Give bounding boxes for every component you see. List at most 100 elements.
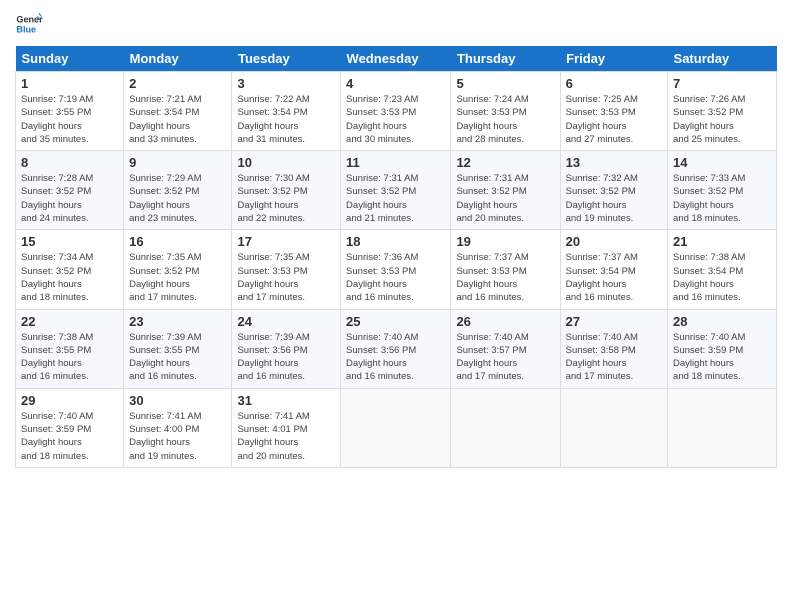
table-row: 15 Sunrise: 7:34 AM Sunset: 3:52 PM Dayl…	[16, 230, 124, 309]
calendar-week-row: 29 Sunrise: 7:40 AM Sunset: 3:59 PM Dayl…	[16, 388, 777, 467]
table-row: 3 Sunrise: 7:22 AM Sunset: 3:54 PM Dayli…	[232, 72, 341, 151]
table-row: 11 Sunrise: 7:31 AM Sunset: 3:52 PM Dayl…	[341, 151, 451, 230]
day-info: Sunrise: 7:19 AM Sunset: 3:55 PM Dayligh…	[21, 93, 118, 146]
table-row: 28 Sunrise: 7:40 AM Sunset: 3:59 PM Dayl…	[668, 309, 777, 388]
table-row: 1 Sunrise: 7:19 AM Sunset: 3:55 PM Dayli…	[16, 72, 124, 151]
logo: General Blue	[15, 10, 43, 38]
page-header: General Blue	[15, 10, 777, 38]
table-row: 19 Sunrise: 7:37 AM Sunset: 3:53 PM Dayl…	[451, 230, 560, 309]
day-number: 21	[673, 234, 771, 249]
day-number: 7	[673, 76, 771, 91]
day-info: Sunrise: 7:26 AM Sunset: 3:52 PM Dayligh…	[673, 93, 771, 146]
col-monday: Monday	[124, 46, 232, 72]
table-row: 16 Sunrise: 7:35 AM Sunset: 3:52 PM Dayl…	[124, 230, 232, 309]
day-info: Sunrise: 7:40 AM Sunset: 3:59 PM Dayligh…	[673, 331, 771, 384]
table-row: 12 Sunrise: 7:31 AM Sunset: 3:52 PM Dayl…	[451, 151, 560, 230]
day-info: Sunrise: 7:40 AM Sunset: 3:57 PM Dayligh…	[456, 331, 554, 384]
svg-text:Blue: Blue	[16, 24, 36, 34]
table-row: 2 Sunrise: 7:21 AM Sunset: 3:54 PM Dayli…	[124, 72, 232, 151]
table-row: 8 Sunrise: 7:28 AM Sunset: 3:52 PM Dayli…	[16, 151, 124, 230]
day-number: 30	[129, 393, 226, 408]
day-number: 17	[237, 234, 335, 249]
col-tuesday: Tuesday	[232, 46, 341, 72]
day-number: 15	[21, 234, 118, 249]
day-info: Sunrise: 7:25 AM Sunset: 3:53 PM Dayligh…	[566, 93, 662, 146]
col-friday: Friday	[560, 46, 667, 72]
logo-icon: General Blue	[15, 10, 43, 38]
table-row: 14 Sunrise: 7:33 AM Sunset: 3:52 PM Dayl…	[668, 151, 777, 230]
calendar-header-row: Sunday Monday Tuesday Wednesday Thursday…	[16, 46, 777, 72]
day-info: Sunrise: 7:33 AM Sunset: 3:52 PM Dayligh…	[673, 172, 771, 225]
day-info: Sunrise: 7:31 AM Sunset: 3:52 PM Dayligh…	[346, 172, 445, 225]
day-info: Sunrise: 7:23 AM Sunset: 3:53 PM Dayligh…	[346, 93, 445, 146]
day-number: 28	[673, 314, 771, 329]
day-number: 3	[237, 76, 335, 91]
day-info: Sunrise: 7:29 AM Sunset: 3:52 PM Dayligh…	[129, 172, 226, 225]
day-number: 20	[566, 234, 662, 249]
day-number: 23	[129, 314, 226, 329]
table-row: 17 Sunrise: 7:35 AM Sunset: 3:53 PM Dayl…	[232, 230, 341, 309]
table-row: 20 Sunrise: 7:37 AM Sunset: 3:54 PM Dayl…	[560, 230, 667, 309]
col-wednesday: Wednesday	[341, 46, 451, 72]
day-info: Sunrise: 7:30 AM Sunset: 3:52 PM Dayligh…	[237, 172, 335, 225]
table-row: 31 Sunrise: 7:41 AM Sunset: 4:01 PM Dayl…	[232, 388, 341, 467]
table-row: 18 Sunrise: 7:36 AM Sunset: 3:53 PM Dayl…	[341, 230, 451, 309]
col-saturday: Saturday	[668, 46, 777, 72]
day-number: 18	[346, 234, 445, 249]
day-info: Sunrise: 7:39 AM Sunset: 3:55 PM Dayligh…	[129, 331, 226, 384]
day-info: Sunrise: 7:37 AM Sunset: 3:53 PM Dayligh…	[456, 251, 554, 304]
day-info: Sunrise: 7:35 AM Sunset: 3:53 PM Dayligh…	[237, 251, 335, 304]
table-row: 27 Sunrise: 7:40 AM Sunset: 3:58 PM Dayl…	[560, 309, 667, 388]
day-number: 13	[566, 155, 662, 170]
day-number: 29	[21, 393, 118, 408]
day-info: Sunrise: 7:32 AM Sunset: 3:52 PM Dayligh…	[566, 172, 662, 225]
table-row: 25 Sunrise: 7:40 AM Sunset: 3:56 PM Dayl…	[341, 309, 451, 388]
day-number: 14	[673, 155, 771, 170]
day-number: 26	[456, 314, 554, 329]
table-row	[560, 388, 667, 467]
calendar-week-row: 1 Sunrise: 7:19 AM Sunset: 3:55 PM Dayli…	[16, 72, 777, 151]
table-row: 7 Sunrise: 7:26 AM Sunset: 3:52 PM Dayli…	[668, 72, 777, 151]
table-row: 10 Sunrise: 7:30 AM Sunset: 3:52 PM Dayl…	[232, 151, 341, 230]
day-info: Sunrise: 7:41 AM Sunset: 4:00 PM Dayligh…	[129, 410, 226, 463]
day-info: Sunrise: 7:28 AM Sunset: 3:52 PM Dayligh…	[21, 172, 118, 225]
day-info: Sunrise: 7:34 AM Sunset: 3:52 PM Dayligh…	[21, 251, 118, 304]
table-row: 24 Sunrise: 7:39 AM Sunset: 3:56 PM Dayl…	[232, 309, 341, 388]
day-number: 8	[21, 155, 118, 170]
table-row: 13 Sunrise: 7:32 AM Sunset: 3:52 PM Dayl…	[560, 151, 667, 230]
calendar-week-row: 8 Sunrise: 7:28 AM Sunset: 3:52 PM Dayli…	[16, 151, 777, 230]
day-info: Sunrise: 7:39 AM Sunset: 3:56 PM Dayligh…	[237, 331, 335, 384]
day-info: Sunrise: 7:31 AM Sunset: 3:52 PM Dayligh…	[456, 172, 554, 225]
col-sunday: Sunday	[16, 46, 124, 72]
day-number: 9	[129, 155, 226, 170]
day-number: 19	[456, 234, 554, 249]
day-number: 22	[21, 314, 118, 329]
day-number: 24	[237, 314, 335, 329]
day-number: 4	[346, 76, 445, 91]
page-container: General Blue Sunday Monday Tuesday Wedne…	[0, 0, 792, 478]
table-row: 21 Sunrise: 7:38 AM Sunset: 3:54 PM Dayl…	[668, 230, 777, 309]
day-number: 12	[456, 155, 554, 170]
calendar-body: 1 Sunrise: 7:19 AM Sunset: 3:55 PM Dayli…	[16, 72, 777, 468]
day-number: 27	[566, 314, 662, 329]
day-number: 16	[129, 234, 226, 249]
table-row: 29 Sunrise: 7:40 AM Sunset: 3:59 PM Dayl…	[16, 388, 124, 467]
day-info: Sunrise: 7:37 AM Sunset: 3:54 PM Dayligh…	[566, 251, 662, 304]
table-row: 5 Sunrise: 7:24 AM Sunset: 3:53 PM Dayli…	[451, 72, 560, 151]
day-number: 2	[129, 76, 226, 91]
table-row: 9 Sunrise: 7:29 AM Sunset: 3:52 PM Dayli…	[124, 151, 232, 230]
svg-text:General: General	[16, 15, 43, 25]
col-thursday: Thursday	[451, 46, 560, 72]
day-number: 11	[346, 155, 445, 170]
day-number: 31	[237, 393, 335, 408]
day-number: 1	[21, 76, 118, 91]
day-info: Sunrise: 7:40 AM Sunset: 3:58 PM Dayligh…	[566, 331, 662, 384]
table-row: 23 Sunrise: 7:39 AM Sunset: 3:55 PM Dayl…	[124, 309, 232, 388]
day-number: 10	[237, 155, 335, 170]
day-info: Sunrise: 7:21 AM Sunset: 3:54 PM Dayligh…	[129, 93, 226, 146]
calendar-table: Sunday Monday Tuesday Wednesday Thursday…	[15, 46, 777, 468]
day-info: Sunrise: 7:36 AM Sunset: 3:53 PM Dayligh…	[346, 251, 445, 304]
calendar-week-row: 15 Sunrise: 7:34 AM Sunset: 3:52 PM Dayl…	[16, 230, 777, 309]
day-info: Sunrise: 7:35 AM Sunset: 3:52 PM Dayligh…	[129, 251, 226, 304]
table-row: 26 Sunrise: 7:40 AM Sunset: 3:57 PM Dayl…	[451, 309, 560, 388]
